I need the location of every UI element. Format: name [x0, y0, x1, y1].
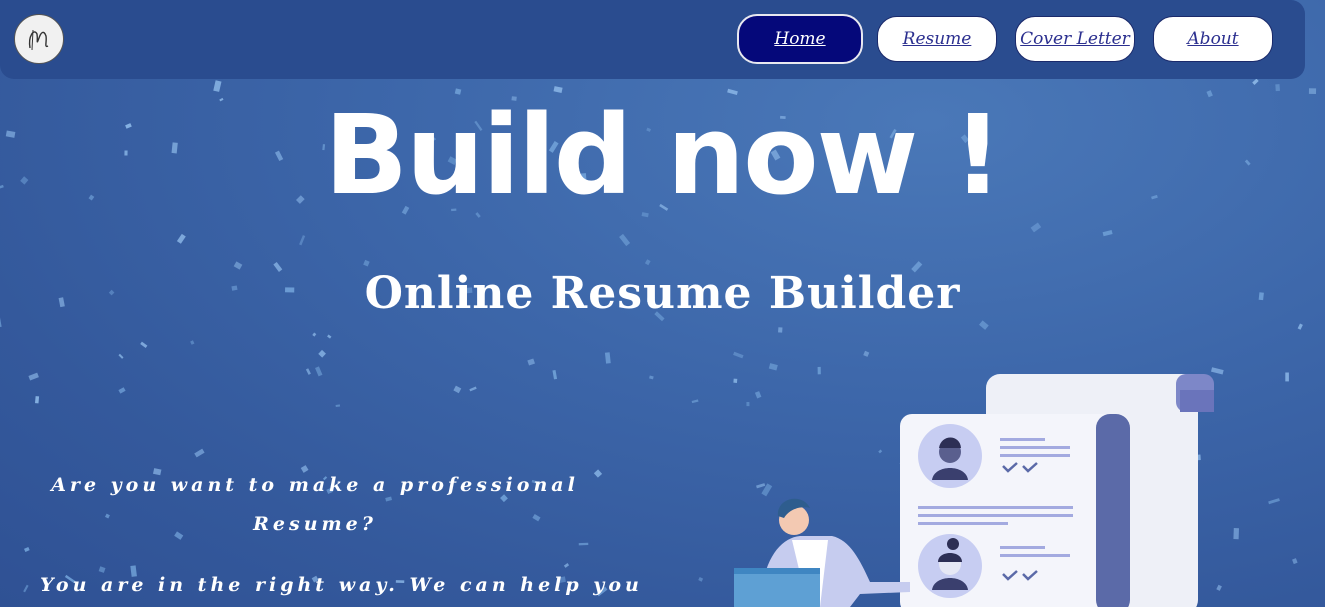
confetti-piece	[35, 396, 40, 404]
confetti-piece	[194, 448, 205, 458]
confetti-piece	[24, 547, 30, 553]
confetti-piece	[604, 352, 611, 364]
hero-subtitle: Online Resume Builder	[364, 268, 961, 319]
confetti-piece	[1268, 498, 1280, 505]
confetti-piece	[23, 584, 29, 593]
confetti-piece	[644, 259, 651, 266]
person-with-laptop	[734, 498, 910, 607]
confetti-piece	[691, 399, 699, 404]
confetti-piece	[698, 577, 704, 582]
logo-mark	[28, 29, 49, 51]
confetti-piece	[619, 233, 631, 247]
confetti-piece	[118, 353, 124, 359]
confetti-piece	[979, 320, 989, 330]
confetti-piece	[1252, 78, 1259, 85]
confetti-piece	[312, 332, 317, 337]
confetti-piece	[335, 404, 341, 408]
confetti-piece	[118, 387, 126, 394]
confetti-piece	[315, 366, 323, 377]
confetti-piece	[305, 368, 311, 375]
confetti-piece	[1233, 528, 1239, 540]
confetti-piece	[190, 340, 195, 345]
confetti-piece	[1308, 88, 1317, 95]
nav-home-button[interactable]: Home	[737, 14, 863, 64]
confetti-piece	[318, 349, 326, 358]
intro-answer: You are in the right way. We can help yo…	[40, 574, 643, 596]
confetti-piece	[1275, 84, 1280, 92]
nav-about-button[interactable]: About	[1153, 16, 1273, 62]
confetti-piece	[649, 375, 654, 380]
confetti-piece	[299, 235, 306, 246]
confetti-piece	[778, 327, 783, 333]
intro-question: Are you want to make a professional Resu…	[51, 474, 579, 535]
confetti-piece	[327, 334, 332, 339]
confetti-piece	[863, 350, 870, 357]
hero-title: Build now !	[324, 91, 1003, 219]
confetti-piece	[176, 233, 186, 244]
nav-resume-button[interactable]: Resume	[877, 16, 997, 62]
navbar: Home Resume Cover Letter About	[0, 0, 1305, 79]
nav-cover-letter-button[interactable]: Cover Letter	[1015, 16, 1135, 62]
confetti-piece	[453, 385, 462, 394]
confetti-piece	[527, 358, 535, 366]
resume-illustration	[734, 374, 1214, 607]
logo-icon[interactable]	[14, 14, 64, 64]
confetti-piece	[28, 372, 39, 381]
confetti-piece	[213, 80, 222, 92]
confetti-piece	[1102, 230, 1113, 237]
confetti-piece	[1206, 90, 1213, 98]
confetti-piece	[469, 386, 477, 392]
confetti-piece	[140, 341, 148, 348]
confetti-piece	[1285, 372, 1289, 382]
confetti-piece	[1030, 222, 1042, 233]
confetti-piece	[733, 351, 744, 359]
confetti-piece	[363, 259, 370, 267]
confetti-piece	[1297, 323, 1303, 330]
confetti-piece	[552, 370, 558, 380]
resume-card	[900, 414, 1130, 607]
confetti-piece	[593, 469, 603, 478]
confetti-piece	[1292, 558, 1298, 565]
